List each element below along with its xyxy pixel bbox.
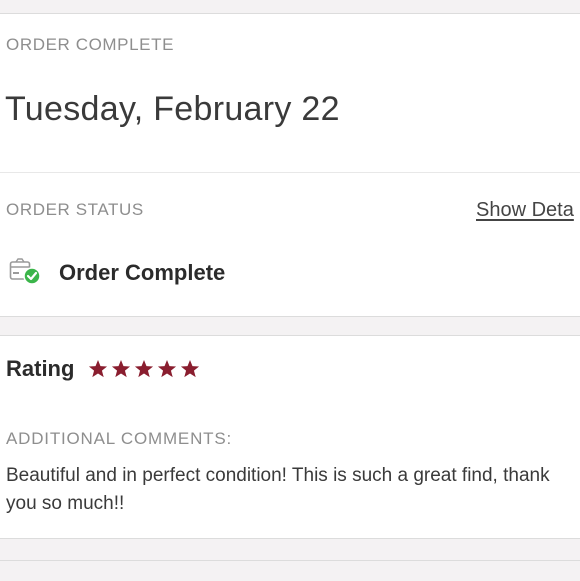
bottom-strip [0, 560, 580, 581]
rating-card: Rating ADDITIONAL COMMENTS: Beautiful an… [0, 335, 580, 539]
star-icon [180, 360, 200, 378]
order-status-label: ORDER STATUS [6, 200, 144, 219]
star-icon [88, 360, 108, 378]
rating-stars [87, 358, 201, 380]
package-check-icon [9, 257, 43, 287]
order-status-text: Order Complete [59, 260, 226, 285]
order-card: ORDER COMPLETE Tuesday, February 22 ORDE… [0, 13, 580, 317]
order-complete-label: ORDER COMPLETE [6, 35, 175, 54]
additional-comments-label: ADDITIONAL COMMENTS: [6, 429, 232, 448]
show-details-link[interactable]: Show Deta [476, 199, 574, 222]
divider [0, 172, 580, 173]
order-date: Tuesday, February 22 [5, 90, 340, 128]
star-icon [134, 360, 154, 378]
star-icon [157, 360, 177, 378]
comment-text: Beautiful and in perfect condition! This… [6, 465, 550, 514]
star-icon [111, 360, 131, 378]
rating-label: Rating [6, 356, 75, 381]
